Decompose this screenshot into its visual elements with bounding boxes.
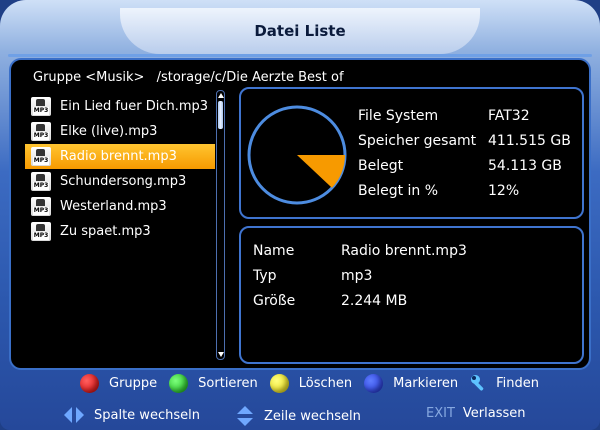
exit-key-label: EXIT [426,406,455,421]
mp3-file-icon: MP3 [31,222,51,241]
mp3-file-icon: MP3 [31,97,51,116]
stat-label: File System [358,107,439,124]
file-details-panel: Name Radio brennt.mp3 Typ mp3 Größe 2.24… [239,226,584,364]
column-switch-label: Spalte wechseln [94,407,200,423]
detail-row: Größe 2.244 MB [253,288,467,313]
detail-row: Name Radio brennt.mp3 [253,238,467,263]
detail-value: Radio brennt.mp3 [341,242,467,259]
mp3-file-icon: MP3 [31,197,51,216]
detail-row: Typ mp3 [253,263,467,288]
stat-value: FAT32 [488,107,530,124]
storage-stats: File System FAT32 Speicher gesamt 411.51… [358,103,571,203]
detail-value: mp3 [341,267,373,284]
file-list-scrollbar[interactable] [216,90,225,360]
green-button[interactable]: Sortieren [169,373,258,393]
yellow-button[interactable]: Löschen [269,373,353,393]
detail-label: Größe [253,292,296,309]
path-label: /storage/c/Die Aerzte Best of [156,70,344,85]
column-switch-hint: Spalte wechseln [64,406,200,424]
navigation-bar: Spalte wechseln Zeile wechseln EXIT Verl… [0,400,600,430]
detail-label: Name [253,242,295,259]
scroll-thumb[interactable] [218,101,223,129]
scroll-down-icon[interactable] [218,352,224,357]
file-name: Westerland.mp3 [60,199,167,214]
red-button-label: Gruppe [109,375,158,391]
wrench-icon [471,375,484,391]
detail-label: Typ [253,267,277,284]
stat-value: 54.113 GB [488,157,562,174]
stat-row: Speicher gesamt 411.515 GB [358,128,571,153]
exit-hint[interactable]: EXIT Verlassen [426,406,526,421]
exit-label: Verlassen [462,406,526,421]
green-button-label: Sortieren [198,375,258,391]
group-label: Gruppe <Musik> [33,70,145,85]
file-item[interactable]: MP3 Schundersong.mp3 [25,169,215,194]
blue-dot-icon [364,373,384,393]
breadcrumb: Gruppe <Musik> /storage/c/Die Aerzte Bes… [33,70,344,85]
yellow-dot-icon [269,373,289,393]
stat-label: Belegt [358,157,404,174]
red-dot-icon [80,373,99,393]
window-title: Datei Liste [254,22,346,40]
stat-label: Belegt in % [358,182,439,199]
file-item[interactable]: MP3 Elke (live).mp3 [25,119,215,144]
up-down-arrows-icon [237,406,253,426]
scroll-up-icon[interactable] [218,93,224,98]
stat-row: Belegt in % 12% [358,178,571,203]
file-item-selected[interactable]: MP3 Radio brennt.mp3 [25,144,215,169]
find-button[interactable]: Finden [470,374,539,392]
row-switch-label: Zeile wechseln [264,408,361,424]
left-right-arrows-icon [64,407,84,423]
color-key-bar: Gruppe Sortieren Löschen Markieren Finde… [80,370,550,396]
detail-value: 2.244 MB [341,292,408,309]
file-name: Radio brennt.mp3 [60,149,177,164]
blue-button-label: Markieren [393,375,459,391]
file-name: Ein Lied fuer Dich.mp3 [60,99,209,114]
mp3-file-icon: MP3 [31,172,51,191]
storage-info-panel: File System FAT32 Speicher gesamt 411.51… [239,87,584,219]
content-panel: Gruppe <Musik> /storage/c/Die Aerzte Bes… [9,58,591,370]
green-dot-icon [169,373,189,393]
file-name: Zu spaet.mp3 [60,224,151,239]
file-item[interactable]: MP3 Ein Lied fuer Dich.mp3 [25,94,215,119]
stat-value: 411.515 GB [488,132,571,149]
stat-value: 12% [488,182,520,199]
file-name: Elke (live).mp3 [60,124,158,139]
file-details: Name Radio brennt.mp3 Typ mp3 Größe 2.24… [253,238,467,313]
file-list: MP3 Ein Lied fuer Dich.mp3 MP3 Elke (liv… [25,94,215,244]
mp3-file-icon: MP3 [31,147,51,166]
file-item[interactable]: MP3 Zu spaet.mp3 [25,219,215,244]
stat-row: Belegt 54.113 GB [358,153,571,178]
stat-label: Speicher gesamt [358,132,477,149]
yellow-button-label: Löschen [298,375,353,391]
mp3-file-icon: MP3 [31,122,51,141]
row-switch-hint: Zeile wechseln [236,406,361,426]
stat-row: File System FAT32 [358,103,571,128]
find-button-label: Finden [496,375,539,391]
blue-button[interactable]: Markieren [364,373,459,393]
red-button[interactable]: Gruppe [80,373,158,393]
file-name: Schundersong.mp3 [60,174,187,189]
storage-usage-pie [247,105,347,205]
title-divider [8,54,592,57]
file-item[interactable]: MP3 Westerland.mp3 [25,194,215,219]
